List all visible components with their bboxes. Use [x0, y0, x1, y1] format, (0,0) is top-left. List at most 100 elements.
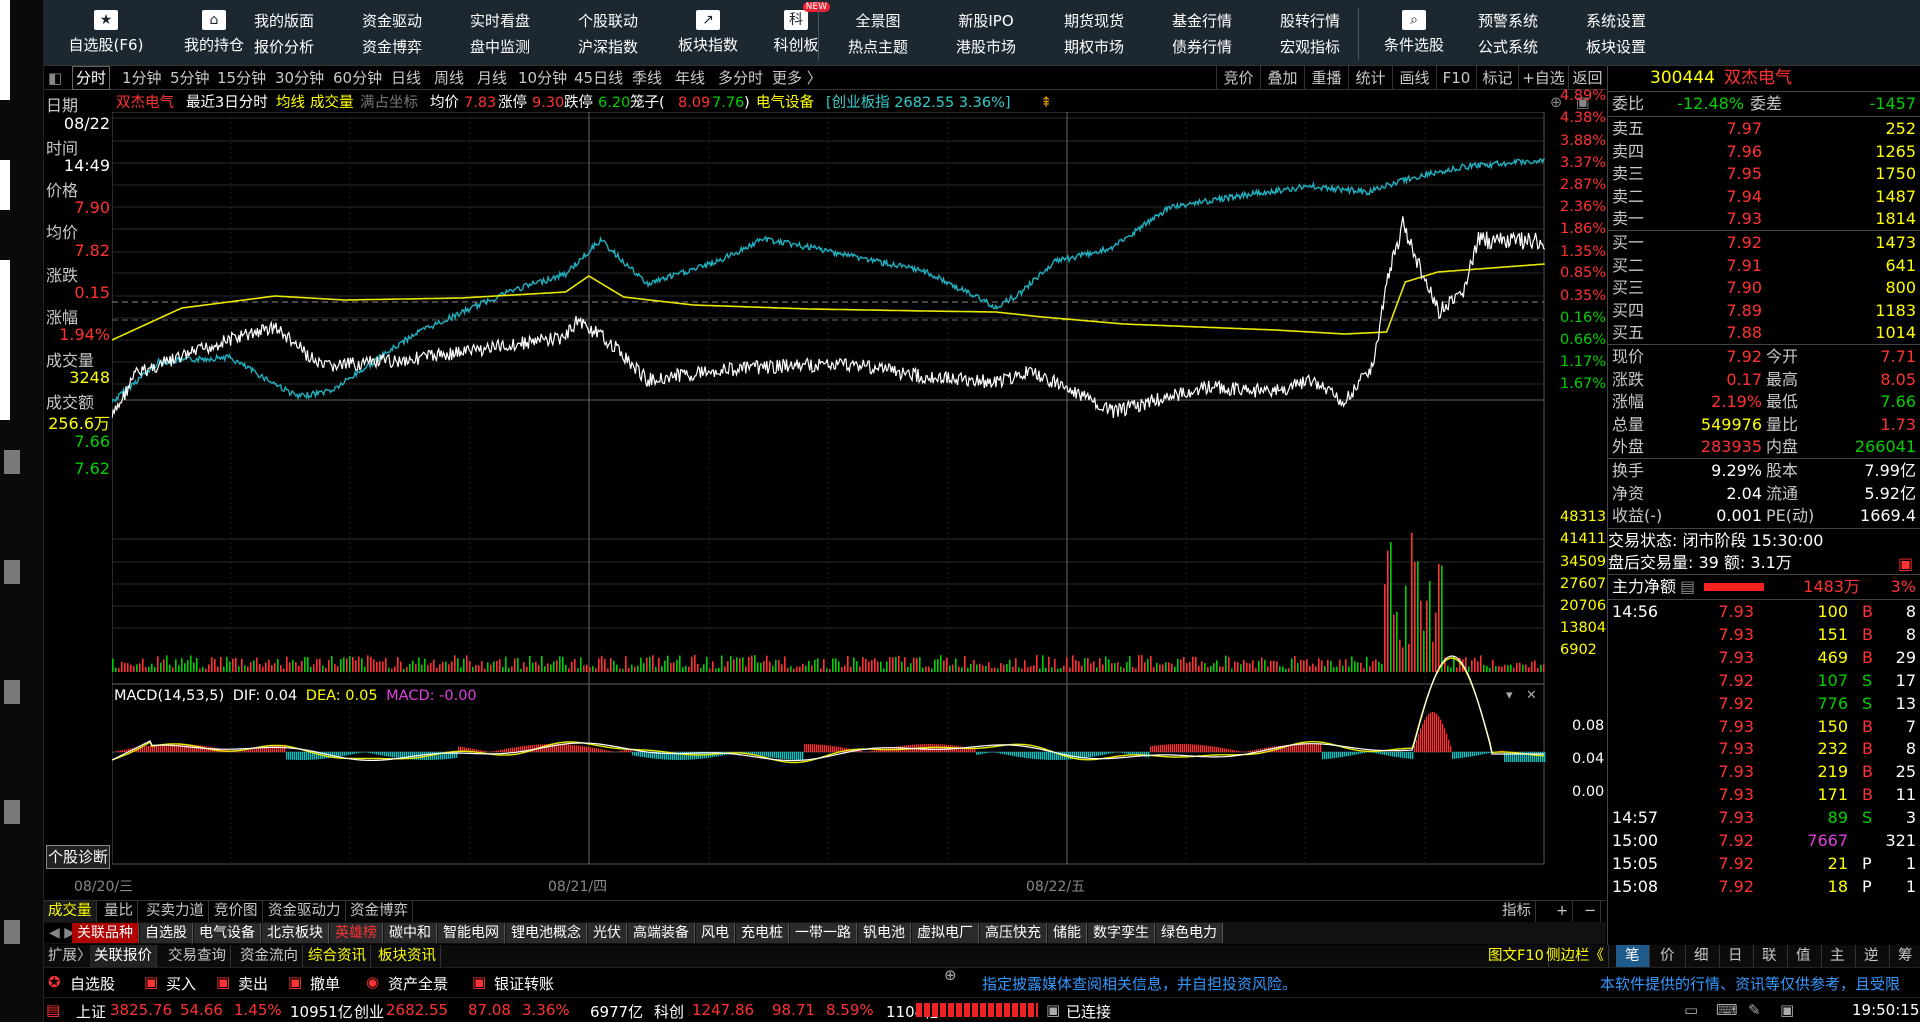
menu-funds[interactable]: 基金行情: [1148, 8, 1256, 34]
bid-row[interactable]: 买二 7.91 641: [1608, 255, 1920, 277]
tab-chips[interactable]: 筹: [1888, 945, 1920, 967]
menu-fund-game[interactable]: 资金博弈: [338, 34, 446, 60]
tab-fund-drive[interactable]: 资金驱动力: [264, 901, 346, 922]
cancel-order-button[interactable]: 撤单: [310, 973, 340, 994]
period-intraday[interactable]: 分时: [72, 66, 111, 90]
sector-tab[interactable]: 风电: [696, 923, 735, 943]
sector-tab[interactable]: 虚拟电厂: [912, 923, 979, 943]
tools-icon[interactable]: ✎: [1748, 1001, 1761, 1019]
menu-bonds[interactable]: 债券行情: [1148, 34, 1256, 60]
period-monthly[interactable]: 月线: [477, 66, 507, 90]
tab-news[interactable]: 综合资讯: [304, 945, 371, 967]
menu-neeq[interactable]: 股转行情: [1256, 8, 1364, 34]
menu-panorama[interactable]: 全景图: [824, 8, 932, 34]
sector-tab[interactable]: 一带一路: [790, 923, 857, 943]
menu-hot-topics[interactable]: 热点主题: [824, 34, 932, 60]
tab-volume[interactable]: 成交量: [44, 901, 97, 922]
menu-quote-analysis[interactable]: 报价分析: [230, 34, 338, 60]
tool-add-favorite[interactable]: +自选: [1518, 66, 1568, 90]
tab-buy-sell-force[interactable]: 买卖力道: [142, 901, 209, 922]
macd-close-icon[interactable]: ✕: [1526, 688, 1537, 703]
tab-volume-ratio[interactable]: 量比: [100, 901, 138, 922]
ask-row[interactable]: 卖四 7.96 1265: [1608, 141, 1920, 163]
period-5min[interactable]: 5分钟: [170, 66, 210, 90]
period-15min[interactable]: 15分钟: [217, 66, 266, 90]
tool-f10[interactable]: F10: [1436, 66, 1476, 90]
ask-row[interactable]: 卖一 7.93 1814: [1608, 208, 1920, 230]
remove-indicator-button[interactable]: −: [1580, 901, 1602, 922]
period-60min[interactable]: 60分钟: [333, 66, 382, 90]
tool-stats[interactable]: 统计: [1348, 66, 1392, 90]
sector-tab[interactable]: 高端装备: [628, 923, 695, 943]
tool-replay[interactable]: 重播: [1304, 66, 1348, 90]
assets-button[interactable]: 资产全景: [388, 973, 448, 994]
keyboard-icon[interactable]: ⌨: [1716, 1001, 1738, 1019]
info-icon[interactable]: ▤: [1680, 576, 1695, 598]
menu-formula[interactable]: 公式系统: [1454, 34, 1562, 60]
tool-draw[interactable]: 画线: [1392, 66, 1436, 90]
strip-tab[interactable]: [4, 560, 20, 584]
sector-tab[interactable]: 数字孪生: [1088, 923, 1155, 943]
message-icon[interactable]: ▭: [1684, 1001, 1698, 1019]
tab-link[interactable]: 联: [1752, 945, 1788, 967]
news-ticker[interactable]: 指定披露媒体查阅相关信息，并自担投资风险。: [982, 973, 1482, 994]
bank-transfer-button[interactable]: 银证转账: [494, 973, 554, 994]
expand-tab[interactable]: 扩展〉: [44, 945, 97, 967]
sector-tab[interactable]: 英雄榜: [330, 923, 383, 943]
trade-favorites-button[interactable]: 自选股: [70, 973, 115, 994]
menu-fund-drive[interactable]: 资金驱动: [338, 8, 446, 34]
add-icon[interactable]: ⊕: [944, 966, 957, 984]
ask-row[interactable]: 卖三 7.95 1750: [1608, 163, 1920, 185]
period-quarterly[interactable]: 季线: [632, 66, 662, 90]
tab-f10[interactable]: 图文F10: [1484, 945, 1549, 967]
tab-main[interactable]: 主: [1820, 945, 1856, 967]
strip-tab[interactable]: [4, 920, 20, 944]
menu-hk-market[interactable]: 港股市场: [932, 34, 1040, 60]
menu-alert[interactable]: 预警系统: [1454, 8, 1562, 34]
sector-tab[interactable]: 关联品种: [72, 923, 139, 943]
sector-tab[interactable]: 碳中和: [384, 923, 437, 943]
tab-fund-flow[interactable]: 资金流向: [236, 945, 303, 967]
period-10min[interactable]: 10分钟: [518, 66, 567, 90]
period-weekly[interactable]: 周线: [434, 66, 464, 90]
expand-icon[interactable]: ▣: [1898, 554, 1913, 573]
tool-mark[interactable]: 标记: [1476, 66, 1518, 90]
condition-select-button[interactable]: ⌕ 条件选股: [1362, 8, 1466, 60]
ask-row[interactable]: 卖五 7.97 252: [1608, 118, 1920, 140]
tool-overlay[interactable]: 叠加: [1260, 66, 1304, 90]
add-indicator-button[interactable]: +: [1552, 901, 1574, 922]
tab-trade-query[interactable]: 交易查询: [164, 945, 231, 967]
sector-tab[interactable]: 储能: [1048, 923, 1087, 943]
sidebar-toggle[interactable]: 侧边栏《: [1542, 945, 1609, 967]
sector-tab[interactable]: 钒电池: [858, 923, 911, 943]
bid-row[interactable]: 买四 7.89 1183: [1608, 300, 1920, 322]
macd-dropdown-icon[interactable]: ▾: [1506, 688, 1513, 703]
menu-system-settings[interactable]: 系统设置: [1562, 8, 1670, 34]
menu-intraday-monitor[interactable]: 盘中监测: [446, 34, 554, 60]
menu-live-watch[interactable]: 实时看盘: [446, 8, 554, 34]
toggle-icon[interactable]: ◧: [48, 66, 62, 90]
tab-auction[interactable]: 竞价图: [210, 901, 263, 922]
menu-index[interactable]: 沪深指数: [554, 34, 662, 60]
sector-tab[interactable]: 绿色电力: [1156, 923, 1223, 943]
strip-tab[interactable]: [4, 450, 20, 474]
indicator-button[interactable]: 指标: [1498, 901, 1536, 922]
menu-options[interactable]: 期权市场: [1040, 34, 1148, 60]
sector-tab[interactable]: 锂电池概念: [506, 923, 587, 943]
sector-tab[interactable]: 智能电网: [438, 923, 505, 943]
menu-stock-link[interactable]: 个股联动: [554, 8, 662, 34]
tab-daily[interactable]: 日: [1718, 945, 1754, 967]
sector-tab[interactable]: 高压快充: [980, 923, 1047, 943]
stock-diagnosis-button[interactable]: 个股诊断: [46, 845, 110, 869]
tab-detail[interactable]: 细: [1684, 945, 1720, 967]
tool-back[interactable]: 返回: [1568, 66, 1606, 90]
sector-tab[interactable]: 北京板块: [262, 923, 329, 943]
menu-ipo[interactable]: 新股IPO: [932, 8, 1040, 34]
sell-button[interactable]: 卖出: [238, 973, 268, 994]
sector-tab[interactable]: 光伏: [588, 923, 627, 943]
tab-fund-game[interactable]: 资金博弈: [346, 901, 413, 922]
sector-tab[interactable]: 充电桩: [736, 923, 789, 943]
tab-reverse[interactable]: 逆: [1854, 945, 1890, 967]
tab-sector-news[interactable]: 板块资讯: [374, 945, 441, 967]
tool-auction[interactable]: 竞价: [1216, 66, 1260, 90]
